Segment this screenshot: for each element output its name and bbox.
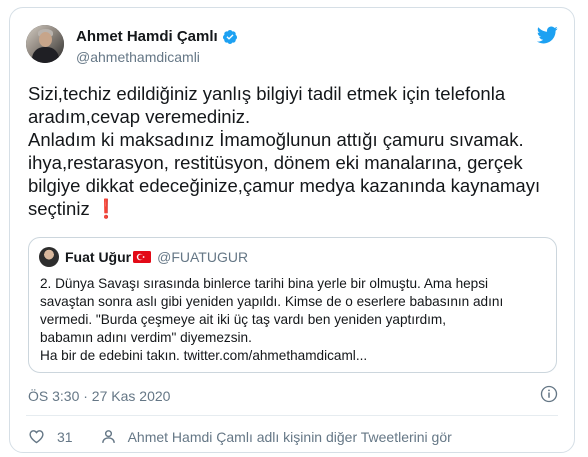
- like-count[interactable]: 31: [57, 429, 73, 445]
- quoted-tweet[interactable]: Fuat Uğur @FUATUGUR 2. Dünya Savaşı sıra…: [28, 237, 557, 373]
- tweet-text: Sizi,techiz edildiğiniz yanlış bilgiyi t…: [28, 82, 560, 220]
- quoted-author-avatar: [39, 247, 59, 267]
- author-handle[interactable]: @ahmethamdicamli: [76, 49, 200, 65]
- quoted-tweet-text: 2. Dünya Savaşı sırasında binlerce tarih…: [40, 276, 504, 363]
- quoted-display-name: Fuat Uğur: [65, 249, 132, 265]
- turkey-flag-icon: [133, 251, 152, 263]
- heart-icon[interactable]: [28, 428, 45, 445]
- quoted-handle: @FUATUGUR: [157, 249, 249, 265]
- author-avatar[interactable]: [26, 25, 64, 63]
- tweet-timestamp[interactable]: ÖS 3:30 · 27 Kas 2020: [28, 388, 170, 404]
- author-name-row[interactable]: Ahmet Hamdi Çamlı: [76, 28, 238, 45]
- info-icon[interactable]: [540, 385, 558, 403]
- tweet-footer: 31 Ahmet Hamdi Çamlı adlı kişinin diğer …: [28, 428, 452, 445]
- footer-divider: [26, 415, 558, 416]
- more-tweets-link[interactable]: Ahmet Hamdi Çamlı adlı kişinin diğer Twe…: [128, 429, 452, 445]
- verified-badge-icon: [222, 29, 237, 44]
- quoted-author-row: Fuat Uğur @FUATUGUR: [65, 249, 248, 265]
- twitter-bird-icon[interactable]: [536, 24, 558, 46]
- person-icon: [101, 430, 115, 443]
- author-display-name[interactable]: Ahmet Hamdi Çamlı: [76, 28, 218, 45]
- tweet-card: Ahmet Hamdi Çamlı @ahmethamdicamli Sizi,…: [9, 7, 575, 453]
- exclamation-emoji: ❗: [94, 198, 118, 219]
